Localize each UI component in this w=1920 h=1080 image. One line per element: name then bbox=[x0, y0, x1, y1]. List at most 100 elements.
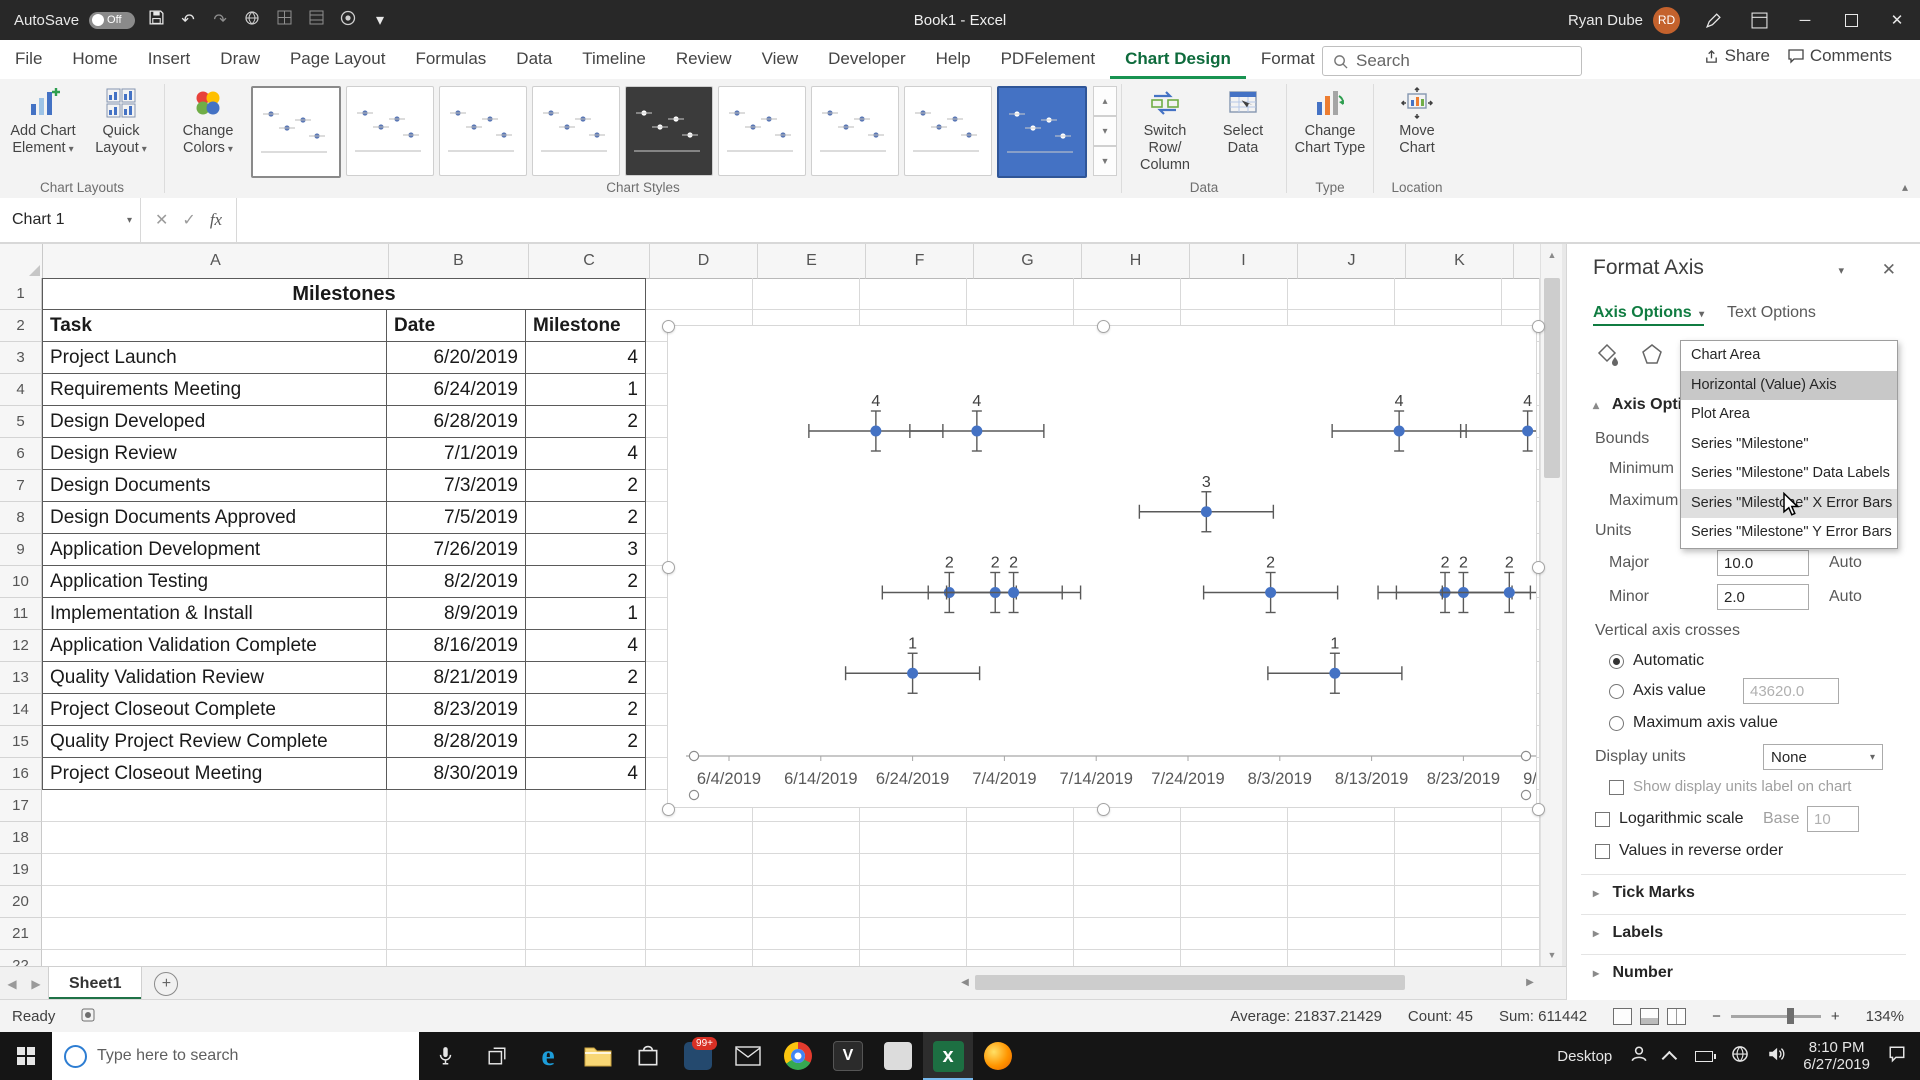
cell[interactable] bbox=[1074, 886, 1181, 918]
values-reverse-checkbox[interactable] bbox=[1595, 844, 1610, 859]
cell[interactable] bbox=[967, 918, 1074, 950]
row-header-5[interactable]: 5 bbox=[0, 406, 42, 438]
cell[interactable] bbox=[1502, 854, 1540, 886]
microsoft-store-icon[interactable] bbox=[623, 1032, 673, 1080]
zoom-in-button[interactable]: + bbox=[1831, 1008, 1840, 1025]
cell[interactable]: 7/3/2019 bbox=[387, 470, 526, 502]
cell[interactable] bbox=[967, 950, 1074, 966]
chart-selection-handle[interactable] bbox=[662, 561, 675, 574]
sheet-tab-sheet1[interactable]: Sheet1 bbox=[48, 967, 142, 1000]
cell[interactable]: Quality Project Review Complete bbox=[42, 726, 387, 758]
row-header-2[interactable]: 2 bbox=[0, 310, 42, 342]
table-borders-icon[interactable] bbox=[273, 10, 295, 30]
avatar[interactable]: RD bbox=[1653, 7, 1680, 34]
cell[interactable]: 8/21/2019 bbox=[387, 662, 526, 694]
new-sheet-button[interactable]: + bbox=[154, 972, 178, 996]
row-header-7[interactable]: 7 bbox=[0, 470, 42, 502]
display-units-select[interactable]: None ▾ bbox=[1763, 744, 1883, 770]
cell[interactable] bbox=[753, 278, 860, 310]
dropdown-item-series-milestone-data-labels[interactable]: Series "Milestone" Data Labels bbox=[1681, 459, 1897, 489]
ribbon-tab-view[interactable]: View bbox=[747, 40, 814, 79]
row-header-11[interactable]: 11 bbox=[0, 598, 42, 630]
camera-icon[interactable] bbox=[337, 10, 359, 31]
cell[interactable]: 4 bbox=[526, 342, 646, 374]
cell[interactable]: 2 bbox=[526, 662, 646, 694]
vertical-scroll-thumb[interactable] bbox=[1544, 278, 1560, 478]
data-point-marker[interactable] bbox=[1329, 668, 1340, 679]
column-header-F[interactable]: F bbox=[866, 244, 974, 279]
cell[interactable] bbox=[42, 886, 387, 918]
cell[interactable]: Design Developed bbox=[42, 406, 387, 438]
chart-selection-handle[interactable] bbox=[1532, 561, 1545, 574]
horizontal-scrollbar[interactable]: ◀ ▶ bbox=[955, 971, 1540, 994]
cell[interactable] bbox=[860, 886, 967, 918]
vivaldi-icon[interactable]: V bbox=[823, 1032, 873, 1080]
cell[interactable]: 4 bbox=[526, 630, 646, 662]
cell[interactable] bbox=[1395, 854, 1502, 886]
cell[interactable] bbox=[1288, 278, 1395, 310]
cell[interactable] bbox=[860, 918, 967, 950]
x-axis-tick-label[interactable]: 6/4/2019 bbox=[697, 770, 761, 788]
cancel-formula-icon[interactable]: ✕ bbox=[155, 210, 168, 230]
column-header-B[interactable]: B bbox=[389, 244, 529, 279]
taskbar-clock[interactable]: 8:10 PM 6/27/2019 bbox=[1803, 1039, 1870, 1073]
excel-taskbar-icon[interactable]: x bbox=[923, 1032, 973, 1080]
cell[interactable]: 7/26/2019 bbox=[387, 534, 526, 566]
chart-style-thumbnail-9[interactable] bbox=[997, 86, 1087, 178]
chart-style-thumbnail-7[interactable] bbox=[811, 86, 899, 176]
cell[interactable]: 8/23/2019 bbox=[387, 694, 526, 726]
cell[interactable] bbox=[1395, 918, 1502, 950]
data-point-marker[interactable] bbox=[1522, 426, 1533, 437]
switch-row-column-button[interactable]: Switch Row/Column bbox=[1126, 81, 1204, 174]
cell[interactable] bbox=[967, 886, 1074, 918]
ribbon-tab-timeline[interactable]: Timeline bbox=[567, 40, 661, 79]
cell[interactable]: 2 bbox=[526, 726, 646, 758]
enter-formula-icon[interactable]: ✓ bbox=[182, 210, 195, 230]
cell[interactable] bbox=[860, 854, 967, 886]
section-number[interactable]: ▸ Number bbox=[1593, 964, 1673, 982]
chart-selection-handle[interactable] bbox=[1532, 320, 1545, 333]
ribbon-tab-developer[interactable]: Developer bbox=[813, 40, 921, 79]
cell[interactable]: Application Testing bbox=[42, 566, 387, 598]
tab-axis-options[interactable]: Axis Options ▾ bbox=[1593, 304, 1704, 326]
cell[interactable]: 2 bbox=[526, 502, 646, 534]
taskbar-search-box[interactable]: Type here to search bbox=[52, 1032, 419, 1080]
cell[interactable] bbox=[753, 918, 860, 950]
minor-unit-input[interactable]: 2.0 bbox=[1717, 584, 1809, 610]
cell[interactable]: Quality Validation Review bbox=[42, 662, 387, 694]
comments-button[interactable]: Comments bbox=[1788, 46, 1892, 66]
major-auto-button[interactable]: Auto bbox=[1829, 554, 1862, 572]
cell[interactable] bbox=[1502, 886, 1540, 918]
vertical-scrollbar[interactable]: ▲ ▼ bbox=[1540, 244, 1563, 966]
gallery-scroll-up[interactable]: ▴ bbox=[1093, 86, 1117, 116]
cell[interactable] bbox=[42, 790, 387, 822]
data-label[interactable]: 4 bbox=[1395, 393, 1404, 410]
cell[interactable]: Task bbox=[42, 310, 387, 342]
desktop-label[interactable]: Desktop bbox=[1557, 1048, 1612, 1065]
normal-view-button[interactable] bbox=[1613, 1008, 1632, 1025]
cell[interactable]: 6/24/2019 bbox=[387, 374, 526, 406]
dropdown-item-series-milestone-y-error-bars[interactable]: Series "Milestone" Y Error Bars bbox=[1681, 518, 1897, 548]
cell[interactable]: 2 bbox=[526, 566, 646, 598]
cell[interactable] bbox=[967, 854, 1074, 886]
cell[interactable] bbox=[387, 886, 526, 918]
column-header-G[interactable]: G bbox=[974, 244, 1082, 279]
undo-icon[interactable]: ↶ bbox=[177, 10, 199, 30]
chart-selection-handle[interactable] bbox=[662, 803, 675, 816]
network-icon[interactable] bbox=[1731, 1045, 1749, 1067]
row-header-14[interactable]: 14 bbox=[0, 694, 42, 726]
cell[interactable] bbox=[387, 854, 526, 886]
ribbon-tab-review[interactable]: Review bbox=[661, 40, 747, 79]
cell[interactable]: Design Documents bbox=[42, 470, 387, 502]
gallery-more-button[interactable]: ▼ bbox=[1093, 146, 1117, 176]
chart-style-thumbnail-1[interactable] bbox=[251, 86, 341, 178]
data-label[interactable]: 4 bbox=[871, 393, 880, 410]
ribbon-tab-formulas[interactable]: Formulas bbox=[400, 40, 501, 79]
horizontal-scroll-thumb[interactable] bbox=[975, 975, 1405, 990]
data-label[interactable]: 2 bbox=[991, 555, 1000, 572]
column-header-A[interactable]: A bbox=[43, 244, 389, 279]
collapse-ribbon-icon[interactable]: ▴ bbox=[1902, 180, 1908, 194]
microphone-icon[interactable] bbox=[419, 1032, 471, 1080]
chart-style-thumbnail-8[interactable] bbox=[904, 86, 992, 176]
dropdown-item-horizontal-value-axis[interactable]: Horizontal (Value) Axis bbox=[1681, 371, 1897, 401]
